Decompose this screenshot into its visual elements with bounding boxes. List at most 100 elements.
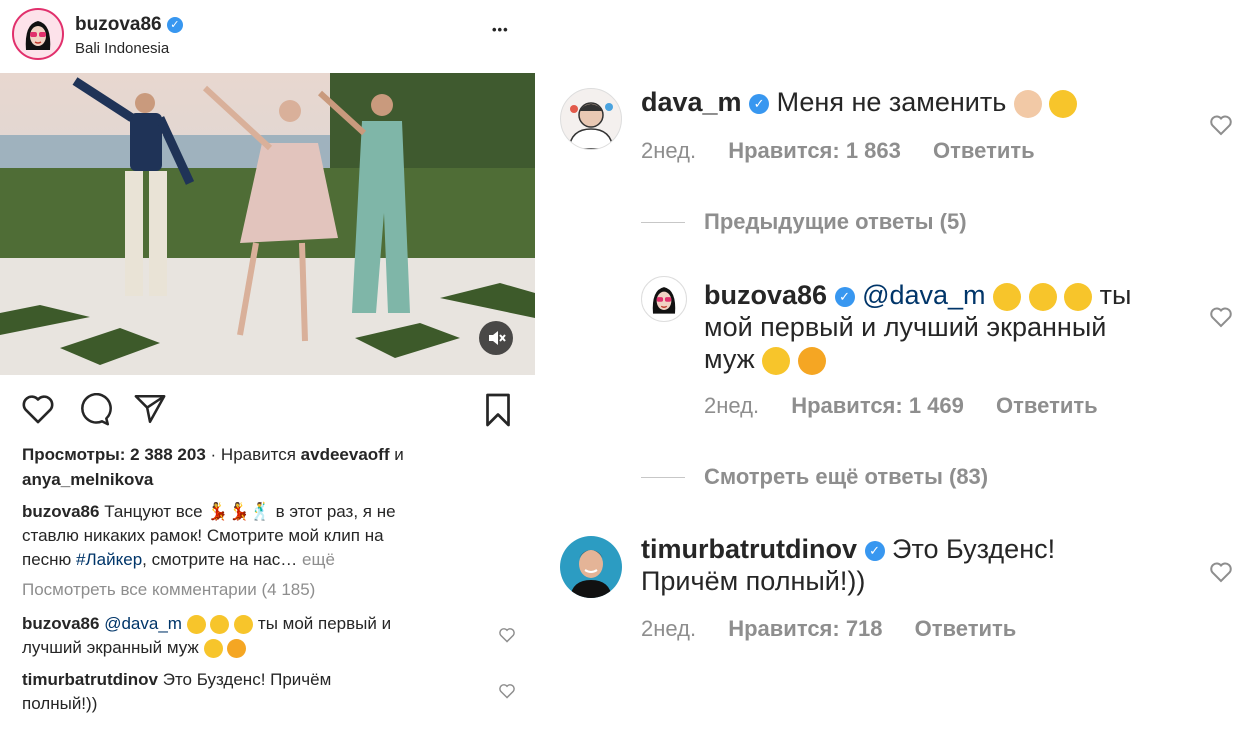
comment-likes[interactable]: Нравится: 1 863 [728, 138, 901, 163]
zany-face-emoji-icon [234, 615, 254, 635]
post-username-row: buzova86 ✓ [75, 14, 183, 36]
preview-comment-text-a: ты мой первый и [257, 614, 392, 633]
replies-divider [641, 222, 685, 223]
heart-icon[interactable] [1209, 114, 1233, 136]
comment-icon[interactable] [78, 392, 112, 432]
verified-badge-icon: ✓ [864, 540, 885, 561]
heart-icon[interactable] [1209, 306, 1233, 328]
zany-face-emoji-icon [993, 282, 1022, 311]
more-options-icon[interactable]: ••• [492, 22, 509, 37]
reply-line-3: муж [704, 344, 826, 375]
third-comment-line-2: Причём полный!)) [641, 566, 866, 596]
previous-replies-link[interactable]: Предыдущие ответы (5) [704, 209, 967, 235]
tears-of-joy-emoji-icon [1049, 89, 1078, 118]
comment-likes[interactable]: Нравится: 1 469 [791, 393, 964, 418]
dancer-man-emoji-icon: 🕺 [249, 502, 271, 521]
caption-line-1: buzova86 Танцуют все 💃💃🕺 в этот раз, я н… [22, 502, 396, 522]
likes-user-1[interactable]: avdeevaoff [301, 445, 390, 464]
verified-badge-icon: ✓ [834, 286, 855, 307]
comment-time: 2нед. [704, 393, 760, 418]
caption-hashtag[interactable]: #Лайкер [76, 550, 142, 569]
reply-line-2: мой первый и лучший экранный [704, 312, 1107, 342]
avatar-face-icon [568, 102, 614, 149]
main-comment-row: dava_m ✓ Меня не заменить [641, 87, 1078, 118]
caption-text-4: песню [22, 550, 72, 569]
avatar-face-icon [652, 287, 676, 314]
caption-text-1: Танцуют все [104, 502, 203, 521]
comment-text: Меня не заменить [776, 87, 1007, 117]
avatar-face-icon [570, 550, 612, 598]
comment-likes[interactable]: Нравится: 718 [728, 616, 882, 641]
preview-comment-user[interactable]: timurbatrutdinov [22, 670, 158, 689]
heart-icon[interactable] [20, 393, 56, 430]
hugging-face-emoji-icon [227, 639, 247, 659]
commenter-avatar[interactable] [641, 276, 687, 322]
likes-user-2[interactable]: anya_melnikova [22, 470, 153, 490]
caption-username[interactable]: buzova86 [22, 502, 99, 521]
reply-button[interactable]: Ответить [915, 616, 1017, 641]
commenter-avatar[interactable] [560, 536, 622, 598]
more-replies-link[interactable]: Смотреть ещё ответы (83) [704, 464, 988, 490]
caption-line-2: ставлю никаких рамок! Смотрите мой клип … [22, 526, 384, 545]
main-comment-meta: 2нед. Нравится: 1 863 Ответить [641, 138, 1035, 164]
preview-comment-mention[interactable]: @dava_m [104, 614, 182, 633]
relieved-face-emoji-icon [203, 639, 223, 659]
avatar-face-icon [25, 21, 51, 50]
preview-comment-1-line-1: buzova86 @dava_m ты мой первый и [22, 614, 392, 635]
comment-username[interactable]: dava_m [641, 87, 742, 117]
zany-face-emoji-icon [1064, 282, 1093, 311]
post-video[interactable] [0, 73, 535, 375]
zany-face-emoji-icon [210, 615, 230, 635]
post-avatar[interactable] [12, 8, 64, 60]
replies-divider [641, 477, 685, 478]
dancer-emoji-icon: 💃💃 [207, 502, 250, 521]
comment-time: 2нед. [641, 616, 697, 641]
preview-comment-text-a: Это Бузденс! Причём [162, 670, 332, 689]
caption-line-3: песню #Лайкер, смотрите на нас… ещё [22, 550, 335, 570]
reply-button[interactable]: Ответить [996, 393, 1098, 418]
heart-icon[interactable] [1209, 561, 1233, 583]
view-all-comments-link[interactable]: Посмотреть все комментарии (4 185) [22, 580, 315, 600]
facepalm-emoji-icon [1013, 89, 1042, 118]
comment-text-c: муж [704, 344, 755, 374]
views-likes-row: Просмотры: 2 388 203 · Нравится avdeevao… [22, 445, 404, 465]
reply-line-1: buzova86 ✓ @dava_m ты [704, 280, 1131, 311]
comment-time: 2нед. [641, 138, 697, 163]
verified-badge-icon: ✓ [749, 93, 770, 114]
hugging-face-emoji-icon [797, 346, 826, 375]
comment-username[interactable]: buzova86 [704, 280, 827, 310]
likes-and: и [394, 445, 404, 464]
comment-text-a: Это Бузденс! [892, 534, 1056, 564]
comment-username[interactable]: timurbatrutdinov [641, 534, 857, 564]
verified-badge-icon: ✓ [166, 16, 183, 33]
zany-face-emoji-icon [1028, 282, 1057, 311]
third-comment-line-1: timurbatrutdinov ✓ Это Бузденс! [641, 534, 1055, 565]
paper-plane-icon[interactable] [133, 393, 167, 430]
preview-comment-text-b: лучший экранный муж [22, 638, 199, 657]
speaker-muted-icon[interactable] [479, 321, 513, 355]
post-location[interactable]: Bali Indonesia [75, 40, 169, 57]
views-label: Просмотры: [22, 445, 126, 464]
bookmark-icon[interactable] [482, 392, 514, 433]
views-count[interactable]: 2 388 203 [130, 445, 206, 464]
video-frame-illustration [0, 73, 535, 375]
heart-icon[interactable] [498, 627, 516, 643]
caption-text-2: в этот раз, я не [275, 502, 396, 521]
preview-comment-2-line-2: полный!)) [22, 694, 98, 713]
post-username[interactable]: buzova86 [75, 14, 162, 35]
heart-icon[interactable] [498, 683, 516, 699]
caption-text-5: , смотрите на нас… [142, 550, 298, 569]
caption-more-link[interactable]: ещё [302, 550, 335, 569]
reply-meta: 2нед. Нравится: 1 469 Ответить [704, 393, 1098, 419]
reply-button[interactable]: Ответить [933, 138, 1035, 163]
comment-mention[interactable]: @dava_m [862, 280, 985, 310]
relieved-face-emoji-icon [762, 346, 791, 375]
preview-comment-2-line-1: timurbatrutdinov Это Бузденс! Причём [22, 670, 331, 690]
likes-prefix: · Нравится [210, 445, 296, 464]
preview-comment-1-line-2: лучший экранный муж [22, 638, 247, 659]
preview-comment-user[interactable]: buzova86 [22, 614, 99, 633]
commenter-avatar[interactable] [560, 88, 622, 150]
zany-face-emoji-icon [186, 615, 206, 635]
comment-text-a: ты [1099, 280, 1132, 310]
third-comment-meta: 2нед. Нравится: 718 Ответить [641, 616, 1016, 642]
